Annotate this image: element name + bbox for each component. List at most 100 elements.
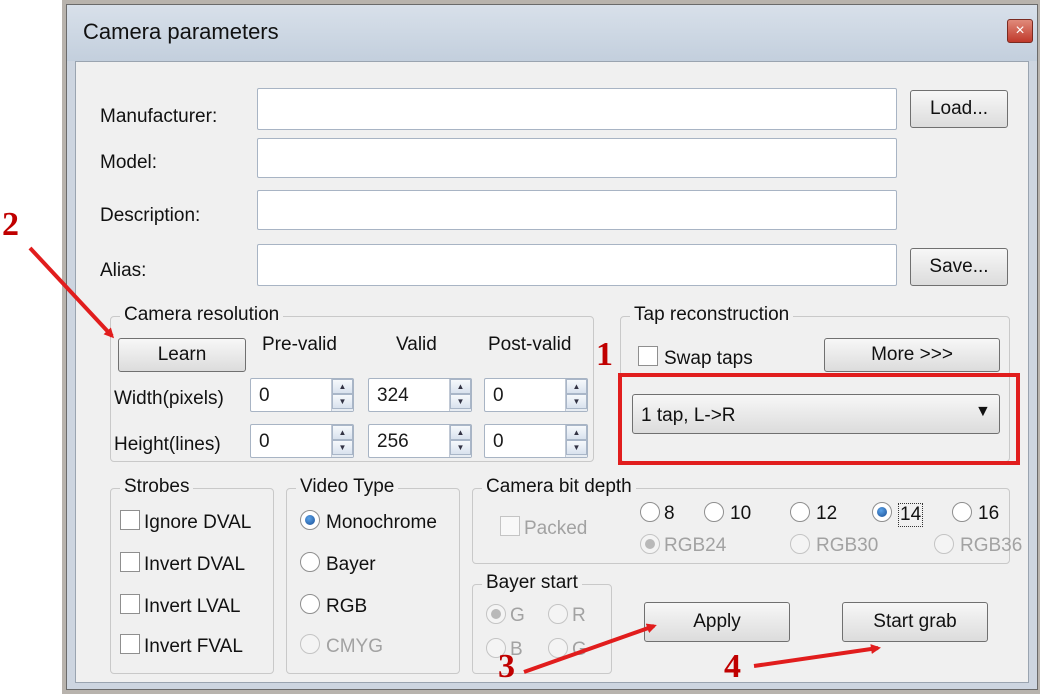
tap-reconstruction-title: Tap reconstruction (630, 304, 794, 326)
spin-buttons: ▲ ▼ (449, 379, 471, 411)
width-post-valid-value: 0 (493, 385, 504, 406)
arrow-up-icon[interactable]: ▲ (450, 425, 471, 440)
window-title: Camera parameters (83, 19, 279, 44)
invert-lval-label: Invert LVAL (144, 596, 241, 617)
cmyg-label: CMYG (326, 636, 383, 657)
spin-buttons: ▲ ▼ (331, 425, 353, 457)
invert-dval-label: Invert DVAL (144, 554, 246, 575)
packed-checkbox[interactable] (500, 516, 520, 536)
spin-buttons: ▲ ▼ (331, 379, 353, 411)
bayer-start-group (472, 584, 612, 674)
rgb36-label: RGB36 (960, 535, 1023, 556)
ignore-dval-checkbox[interactable] (120, 510, 140, 530)
cmyg-radio[interactable] (300, 634, 320, 654)
annotation-4: 4 (724, 648, 741, 685)
bit-depth-8-radio[interactable] (640, 502, 660, 522)
width-valid-value: 324 (377, 385, 409, 406)
invert-dval-checkbox[interactable] (120, 552, 140, 572)
spin-buttons: ▲ ▼ (449, 425, 471, 457)
invert-fval-label: Invert FVAL (144, 636, 243, 657)
load-button[interactable]: Load... (910, 90, 1008, 128)
annotation-1: 1 (596, 336, 613, 373)
title-bar: Camera parameters × (67, 5, 1037, 61)
width-valid-spinner[interactable]: 324 ▲ ▼ (368, 378, 472, 412)
apply-button[interactable]: Apply (644, 602, 790, 642)
alias-label: Alias: (100, 260, 147, 281)
bayer-start-title: Bayer start (482, 572, 582, 594)
rgb30-label: RGB30 (816, 535, 879, 556)
bayer-g1-radio[interactable] (486, 604, 506, 624)
bayer-g2-radio[interactable] (548, 638, 568, 658)
swap-taps-label: Swap taps (664, 348, 753, 369)
bit-depth-10-label: 10 (730, 503, 752, 524)
height-post-valid-value: 0 (493, 431, 504, 452)
arrow-down-icon[interactable]: ▼ (450, 394, 471, 409)
bayer-label: Bayer (326, 554, 376, 575)
description-label: Description: (100, 205, 201, 226)
model-label: Model: (100, 152, 158, 173)
learn-button[interactable]: Learn (118, 338, 246, 372)
ignore-dval-label: Ignore DVAL (144, 512, 252, 533)
bit-depth-14-radio[interactable] (872, 502, 892, 522)
height-valid-spinner[interactable]: 256 ▲ ▼ (368, 424, 472, 458)
arrow-down-icon[interactable]: ▼ (332, 394, 353, 409)
more-button[interactable]: More >>> (824, 338, 1000, 372)
spin-buttons: ▲ ▼ (565, 379, 587, 411)
height-label: Height(lines) (114, 434, 221, 455)
width-pre-valid-spinner[interactable]: 0 ▲ ▼ (250, 378, 354, 412)
bayer-radio[interactable] (300, 552, 320, 572)
rgb30-radio[interactable] (790, 534, 810, 554)
pre-valid-header: Pre-valid (262, 334, 337, 355)
bayer-g2-label: G (572, 639, 587, 660)
arrow-up-icon[interactable]: ▲ (332, 425, 353, 440)
camera-bit-depth-title: Camera bit depth (482, 476, 636, 498)
close-button[interactable]: × (1007, 19, 1033, 43)
bayer-r-radio[interactable] (548, 604, 568, 624)
rgb36-radio[interactable] (934, 534, 954, 554)
bit-depth-12-radio[interactable] (790, 502, 810, 522)
post-valid-header: Post-valid (488, 334, 572, 355)
spin-buttons: ▲ ▼ (565, 425, 587, 457)
arrow-down-icon[interactable]: ▼ (566, 394, 587, 409)
alias-input[interactable] (257, 244, 897, 286)
arrow-up-icon[interactable]: ▲ (566, 379, 587, 394)
arrow-up-icon[interactable]: ▲ (332, 379, 353, 394)
bit-depth-8-label: 8 (664, 503, 675, 524)
video-type-title: Video Type (296, 476, 399, 498)
arrow-down-icon[interactable]: ▼ (450, 440, 471, 455)
swap-taps-checkbox[interactable] (638, 346, 658, 366)
annotation-3: 3 (498, 648, 515, 685)
invert-fval-checkbox[interactable] (120, 634, 140, 654)
arrow-up-icon[interactable]: ▲ (450, 379, 471, 394)
bayer-g1-label: G (510, 605, 525, 626)
width-pre-valid-value: 0 (259, 385, 270, 406)
height-post-valid-spinner[interactable]: 0 ▲ ▼ (484, 424, 588, 458)
monochrome-radio[interactable] (300, 510, 320, 530)
rgb24-radio[interactable] (640, 534, 660, 554)
arrow-down-icon[interactable]: ▼ (566, 440, 587, 455)
bit-depth-16-radio[interactable] (952, 502, 972, 522)
bit-depth-16-label: 16 (978, 503, 1000, 524)
valid-header: Valid (396, 334, 437, 355)
tap-mode-highlight-box (618, 373, 1020, 465)
description-input[interactable] (257, 190, 897, 230)
manufacturer-input[interactable] (257, 88, 897, 130)
start-grab-button[interactable]: Start grab (842, 602, 988, 642)
height-pre-valid-spinner[interactable]: 0 ▲ ▼ (250, 424, 354, 458)
camera-parameters-dialog: Camera parameters × Manufacturer: Load..… (66, 4, 1038, 690)
bit-depth-10-radio[interactable] (704, 502, 724, 522)
manufacturer-label: Manufacturer: (100, 106, 218, 127)
camera-resolution-title: Camera resolution (120, 304, 284, 326)
arrow-up-icon[interactable]: ▲ (566, 425, 587, 440)
height-pre-valid-value: 0 (259, 431, 270, 452)
arrow-down-icon[interactable]: ▼ (332, 440, 353, 455)
width-post-valid-spinner[interactable]: 0 ▲ ▼ (484, 378, 588, 412)
model-input[interactable] (257, 138, 897, 178)
save-button[interactable]: Save... (910, 248, 1008, 286)
monochrome-label: Monochrome (326, 512, 437, 533)
invert-lval-checkbox[interactable] (120, 594, 140, 614)
close-icon: × (1015, 22, 1025, 39)
bit-depth-14-label: 14 (898, 503, 924, 527)
rgb-radio[interactable] (300, 594, 320, 614)
dialog-body: Manufacturer: Load... Model: Description… (75, 61, 1029, 683)
